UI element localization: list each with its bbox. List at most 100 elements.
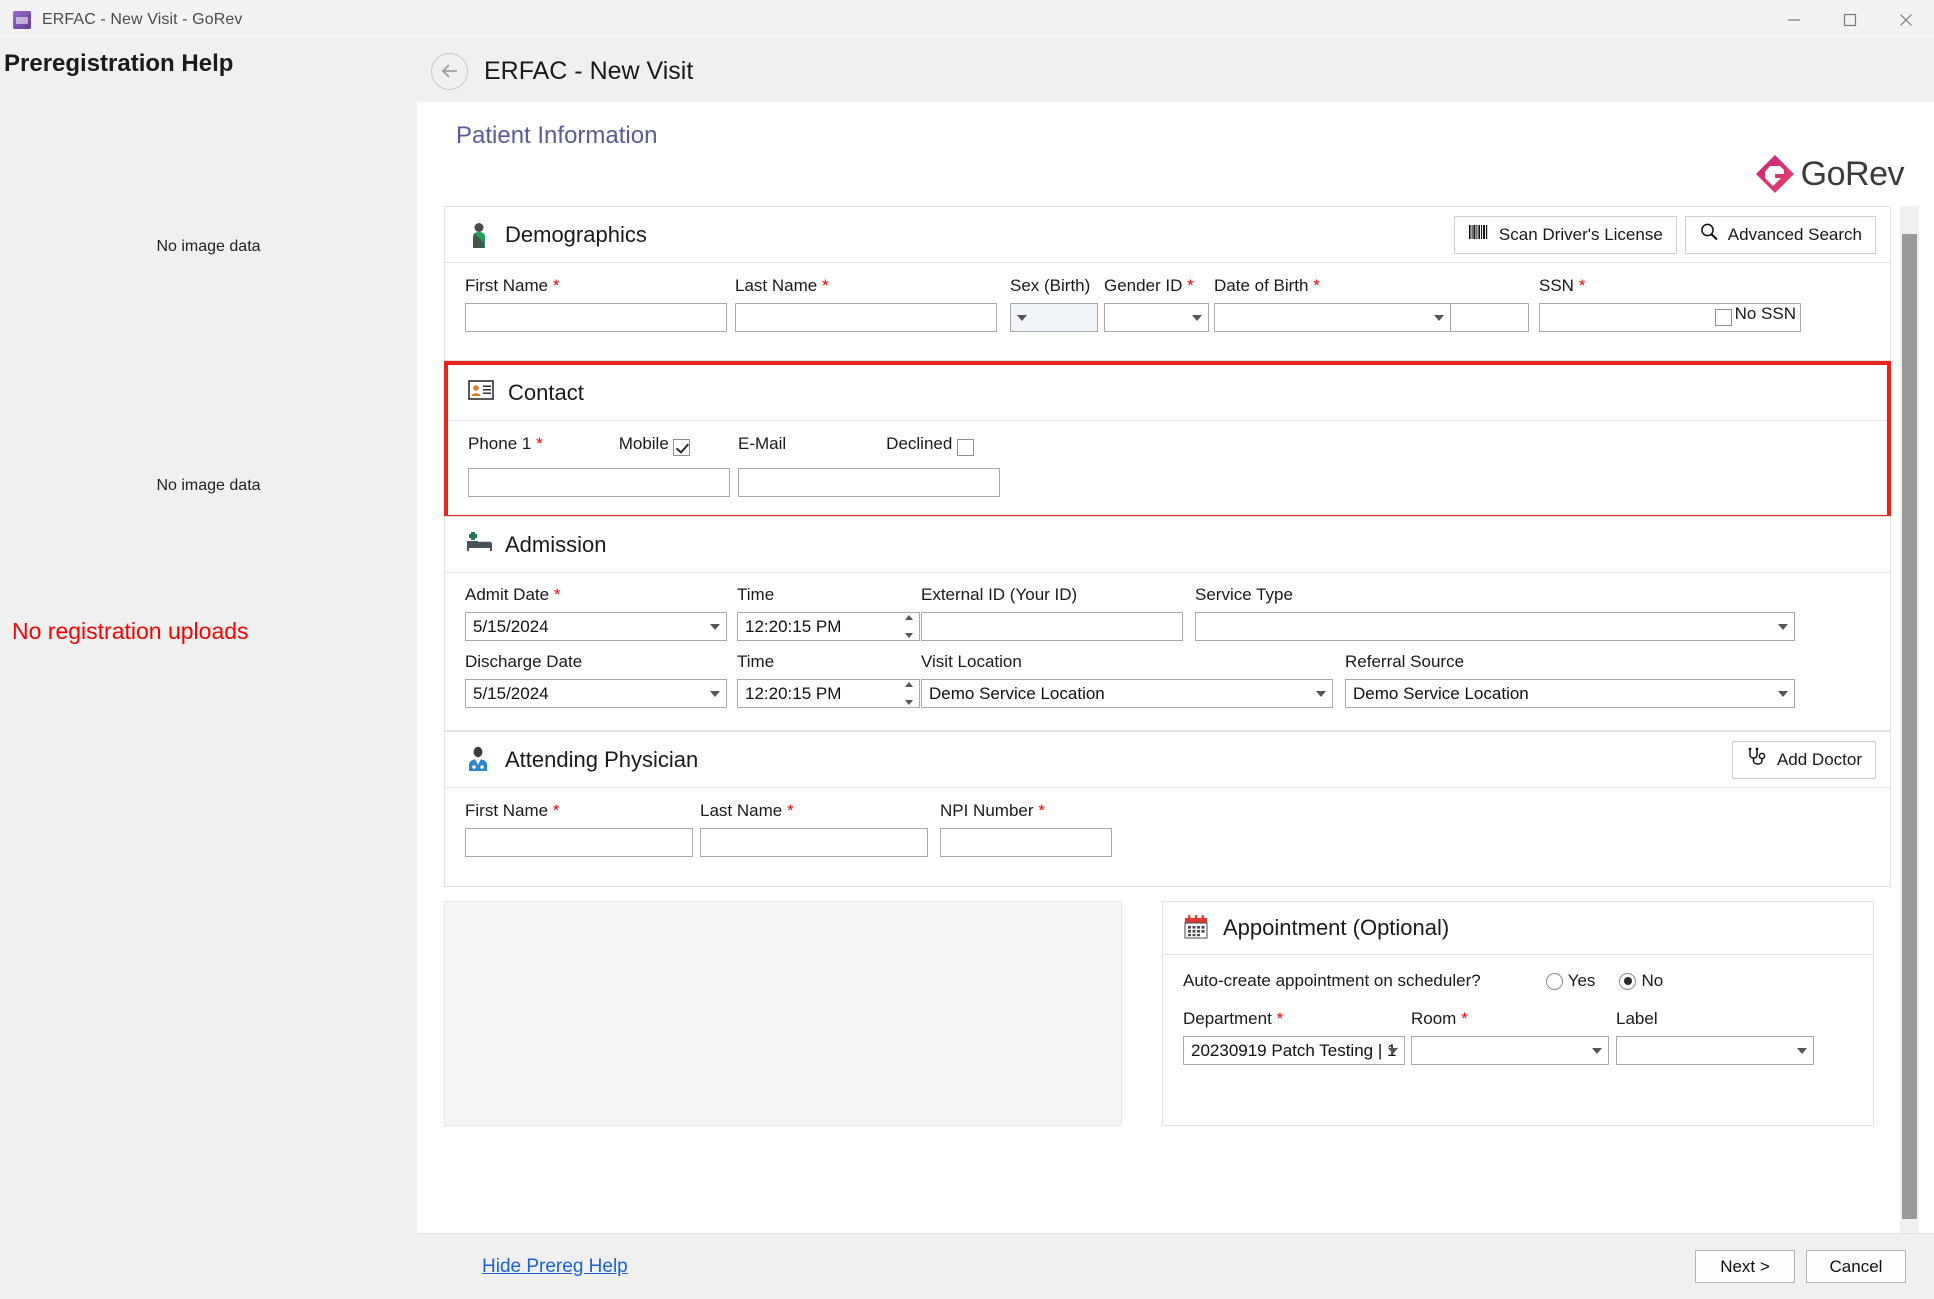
barcode-icon xyxy=(1468,223,1490,246)
external-id-label: External ID (Your ID) xyxy=(921,585,1078,604)
ssn-input[interactable]: No SSN xyxy=(1539,303,1801,332)
add-doctor-button[interactable]: Add Doctor xyxy=(1731,740,1876,779)
last-name-input[interactable] xyxy=(735,303,997,332)
auto-create-row: Auto-create appointment on scheduler? Ye… xyxy=(1183,971,1853,991)
close-icon[interactable] xyxy=(1878,0,1934,40)
visit-location-value: Demo Service Location xyxy=(929,683,1105,703)
image-placeholder-1: No image data xyxy=(156,238,261,255)
admit-date-input[interactable]: 5/15/2024 xyxy=(465,612,727,641)
appointment-body: Auto-create appointment on scheduler? Ye… xyxy=(1163,955,1873,1083)
discharge-date-label: Discharge Date xyxy=(465,652,583,671)
window-controls xyxy=(1766,0,1934,40)
gender-id-dropdown[interactable] xyxy=(1104,303,1209,332)
auto-create-label: Auto-create appointment on scheduler? xyxy=(1183,971,1481,990)
admit-time-spinner[interactable] xyxy=(903,615,915,638)
admission-row-1: Admit Date * 5/15/2024 Time 12:20:15 PM xyxy=(465,585,1870,641)
referral-source-dropdown[interactable]: Demo Service Location xyxy=(1345,679,1795,708)
demographics-field-row: First Name * Last Name * Sex (Birth) Gen… xyxy=(465,276,1870,332)
cancel-button[interactable]: Cancel xyxy=(1806,1250,1906,1283)
auto-create-no-option[interactable]: No xyxy=(1619,971,1663,991)
contact-card-icon xyxy=(468,379,496,407)
image-placeholder-2: No image data xyxy=(156,477,261,494)
main-content-pane: ERFAC - New Visit Patient Information Go… xyxy=(417,40,1934,1299)
maximize-icon[interactable] xyxy=(1822,0,1878,40)
physician-first-name-label: First Name * xyxy=(465,801,560,820)
physician-last-name-group: Last Name * xyxy=(700,801,940,857)
auto-create-yes-radio[interactable] xyxy=(1545,972,1563,990)
referral-source-value: Demo Service Location xyxy=(1353,683,1529,703)
discharge-date-input[interactable]: 5/15/2024 xyxy=(465,679,727,708)
no-ssn-checkbox[interactable] xyxy=(1714,309,1732,326)
scan-drivers-license-label: Scan Driver's License xyxy=(1498,224,1663,244)
window-title: ERFAC - New Visit - GoRev xyxy=(42,10,243,28)
admission-row-2: Discharge Date 5/15/2024 Time 12:20:15 P… xyxy=(465,652,1870,708)
next-button[interactable]: Next > xyxy=(1695,1250,1795,1283)
sex-birth-field-group: Sex (Birth) xyxy=(1010,276,1104,332)
declined-checkbox[interactable] xyxy=(957,439,975,456)
appointment-field-row: Department * 20230919 Patch Testing | 1 … xyxy=(1183,1009,1853,1065)
minimize-icon[interactable] xyxy=(1766,0,1822,40)
physician-last-name-input[interactable] xyxy=(700,828,928,857)
department-field-group: Department * 20230919 Patch Testing | 1 xyxy=(1183,1009,1411,1065)
date-of-birth-input[interactable] xyxy=(1214,303,1451,332)
last-name-label: Last Name * xyxy=(735,276,829,295)
auto-create-yes-option[interactable]: Yes xyxy=(1545,971,1595,991)
vertical-scrollbar-thumb[interactable] xyxy=(1902,234,1917,1219)
admission-body: Admit Date * 5/15/2024 Time 12:20:15 PM xyxy=(445,573,1890,726)
discharge-time-value: 12:20:15 PM xyxy=(745,683,842,703)
admit-time-field-group: Time 12:20:15 PM xyxy=(737,585,920,641)
age-display xyxy=(1451,303,1529,332)
contact-panel: Contact Phone 1 * Mobile E-Mail Declined xyxy=(444,361,1891,516)
preregistration-help-pane: Preregistration Help No image data No im… xyxy=(0,40,417,1299)
room-label: Room * xyxy=(1411,1009,1468,1028)
admit-date-label: Admit Date * xyxy=(465,585,561,604)
mobile-label: Mobile xyxy=(618,434,669,453)
email-input[interactable] xyxy=(738,468,1000,497)
sex-birth-label: Sex (Birth) xyxy=(1010,276,1091,295)
department-value: 20230919 Patch Testing | 1 xyxy=(1191,1040,1397,1060)
discharge-time-input[interactable]: 12:20:15 PM xyxy=(737,679,920,708)
email-label: E-Mail xyxy=(738,434,787,453)
physician-first-name-input[interactable] xyxy=(465,828,693,857)
visit-location-dropdown[interactable]: Demo Service Location xyxy=(921,679,1333,708)
first-name-label: First Name * xyxy=(465,276,560,295)
label-label: Label xyxy=(1616,1009,1658,1028)
calendar-icon xyxy=(1183,914,1211,942)
add-doctor-label: Add Doctor xyxy=(1776,749,1862,769)
footer-buttons: Next > Cancel xyxy=(1695,1250,1906,1283)
footer-bar: Hide Prereg Help Next > Cancel xyxy=(417,1233,1934,1299)
no-ssn-label: No SSN xyxy=(1734,304,1796,323)
demographics-title: Demographics xyxy=(505,221,647,247)
physician-last-name-label: Last Name * xyxy=(700,801,794,820)
discharge-time-spinner[interactable] xyxy=(903,682,915,705)
first-name-field-group: First Name * xyxy=(465,276,735,332)
external-id-field-group: External ID (Your ID) xyxy=(921,585,1186,641)
scan-drivers-license-button[interactable]: Scan Driver's License xyxy=(1453,215,1677,254)
phone1-input[interactable] xyxy=(468,468,730,497)
vertical-scrollbar[interactable] xyxy=(1900,206,1919,1252)
contact-title: Contact xyxy=(508,379,584,405)
attending-physician-panel: Attending Physician Add Doctor First Nam… xyxy=(444,731,1891,887)
date-of-birth-label: Date of Birth * xyxy=(1214,276,1320,295)
first-name-input[interactable] xyxy=(465,303,727,332)
department-dropdown[interactable]: 20230919 Patch Testing | 1 xyxy=(1183,1036,1405,1065)
attending-physician-panel-header: Attending Physician Add Doctor xyxy=(445,732,1890,788)
service-type-field-group: Service Type xyxy=(1195,585,1795,641)
admit-time-input[interactable]: 12:20:15 PM xyxy=(737,612,920,641)
physician-npi-input[interactable] xyxy=(940,828,1112,857)
service-type-dropdown[interactable] xyxy=(1195,612,1795,641)
sex-birth-dropdown[interactable] xyxy=(1010,303,1098,332)
external-id-input[interactable] xyxy=(921,612,1183,641)
back-arrow-icon[interactable] xyxy=(431,52,468,90)
hide-prereg-help-link[interactable]: Hide Prereg Help xyxy=(482,1256,628,1278)
auto-create-no-radio[interactable] xyxy=(1619,972,1637,990)
room-dropdown[interactable] xyxy=(1411,1036,1609,1065)
gender-id-label: Gender ID * xyxy=(1104,276,1194,295)
appointment-title: Appointment (Optional) xyxy=(1223,915,1450,940)
mobile-checkbox[interactable] xyxy=(672,439,690,456)
advanced-search-button[interactable]: Advanced Search xyxy=(1684,215,1876,254)
discharge-time-label: Time xyxy=(737,652,775,671)
date-of-birth-field-group: Date of Birth * xyxy=(1214,276,1539,332)
label-dropdown[interactable] xyxy=(1616,1036,1814,1065)
physician-npi-label: NPI Number * xyxy=(940,801,1045,820)
